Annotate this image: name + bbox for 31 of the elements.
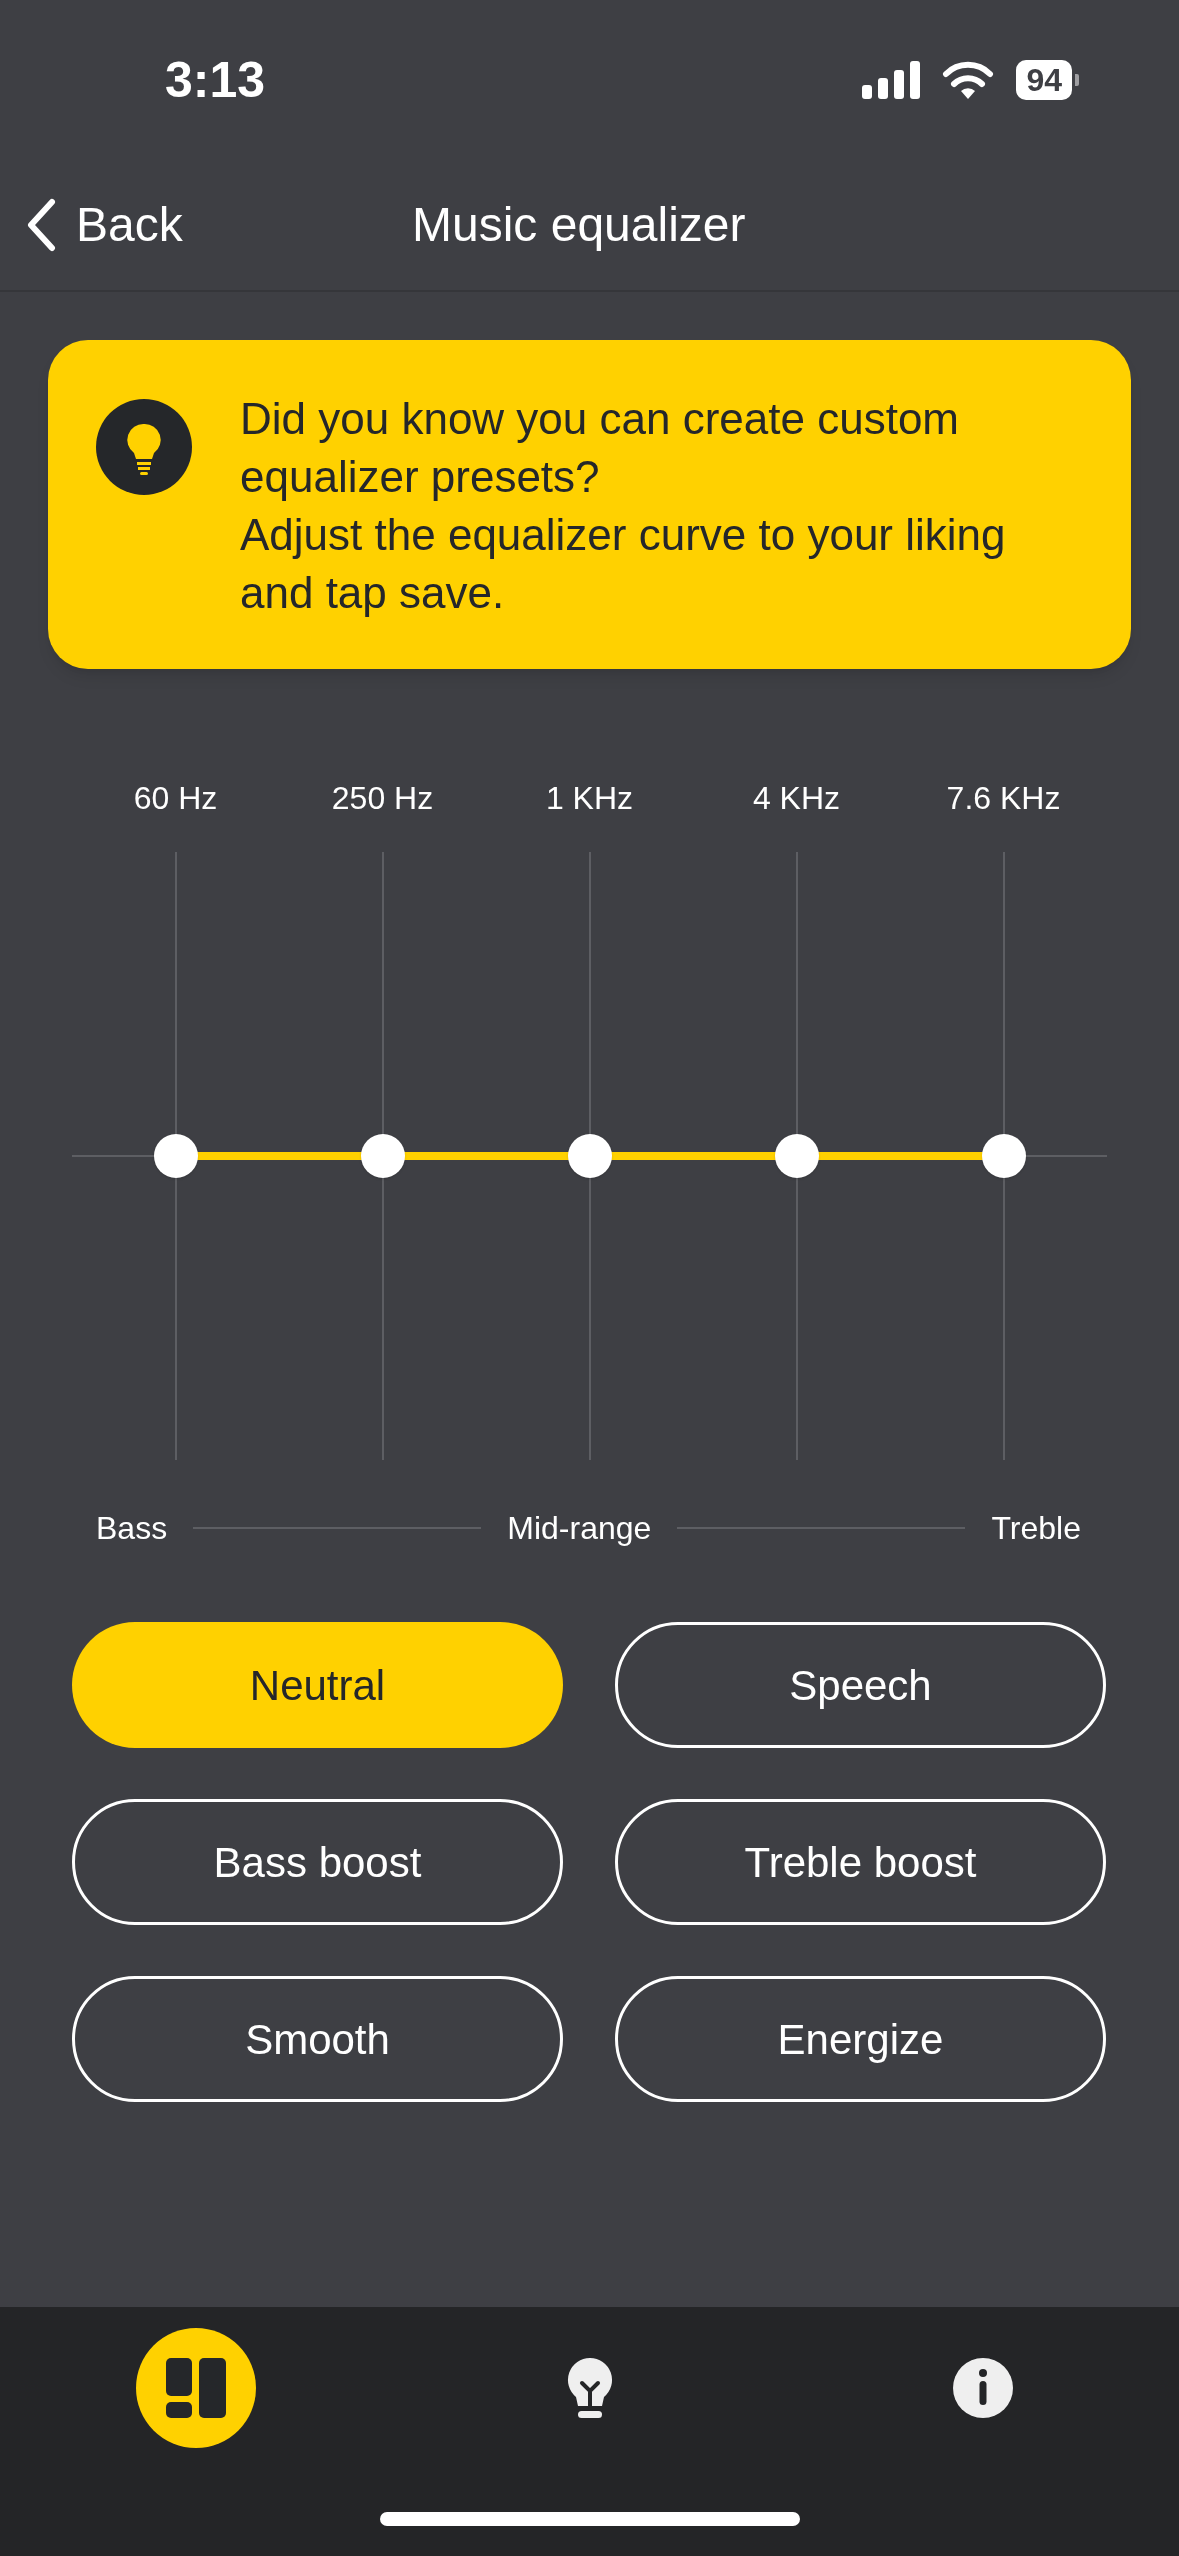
preset-button[interactable]: Treble boost [615, 1799, 1106, 1925]
wifi-icon [942, 61, 995, 99]
chevron-left-icon [26, 198, 56, 252]
preset-button[interactable]: Energize [615, 1976, 1106, 2102]
back-button[interactable]: Back [26, 189, 183, 261]
tip-text: Adjust the equalizer curve to your liking and tap save. [240, 509, 1007, 619]
signal-icon [862, 61, 921, 99]
tip-text: Did you know you can create custom equalizer presets? [240, 393, 961, 503]
info-icon [953, 2358, 1013, 2418]
band-label: 250 Hz [331, 779, 434, 818]
band-label: 60 Hz [133, 779, 218, 818]
range-label: Mid-range [507, 1509, 652, 1548]
slider-knob[interactable] [360, 1134, 405, 1178]
band-label: 7.6 KHz [946, 779, 1061, 818]
preset-button[interactable]: Smooth [72, 1976, 563, 2102]
lightbulb-icon [565, 2356, 614, 2420]
slider-knob[interactable] [774, 1134, 819, 1178]
preset-button[interactable]: Bass boost [72, 1799, 563, 1925]
grid-icon [166, 2358, 226, 2418]
slider-knob[interactable] [981, 1134, 1026, 1178]
status-time: 3:13 [165, 50, 266, 110]
slider-knob[interactable] [567, 1134, 612, 1178]
range-label: Bass [96, 1509, 168, 1548]
lightbulb-icon [96, 399, 192, 495]
preset-button[interactable]: Neutral [72, 1622, 563, 1748]
band-label: 4 KHz [752, 779, 841, 818]
preset-button[interactable]: Speech [615, 1622, 1106, 1748]
range-label: Treble [991, 1509, 1081, 1548]
screen-title: Music equalizer [412, 197, 746, 253]
band-label: 1 KHz [545, 779, 634, 818]
slider-knob[interactable] [153, 1134, 198, 1178]
